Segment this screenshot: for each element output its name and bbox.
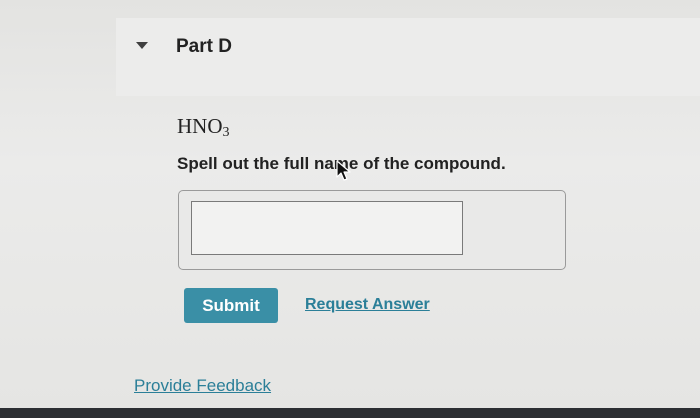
submit-button[interactable]: Submit (184, 288, 278, 323)
formula-subscript: 3 (222, 125, 230, 140)
answer-panel (178, 190, 566, 270)
formula-base: HNO (177, 114, 223, 138)
answer-input[interactable] (191, 201, 463, 255)
page: Part D HNO3 Spell out the full name of t… (0, 0, 700, 408)
part-title[interactable]: Part D (176, 36, 232, 58)
mouse-cursor-icon (336, 160, 351, 181)
provide-feedback-link[interactable]: Provide Feedback (134, 376, 271, 396)
caret-down-icon[interactable] (136, 42, 148, 49)
chemical-formula: HNO3 (177, 114, 230, 141)
screen-bezel (0, 408, 700, 418)
request-answer-link[interactable]: Request Answer (305, 296, 430, 314)
